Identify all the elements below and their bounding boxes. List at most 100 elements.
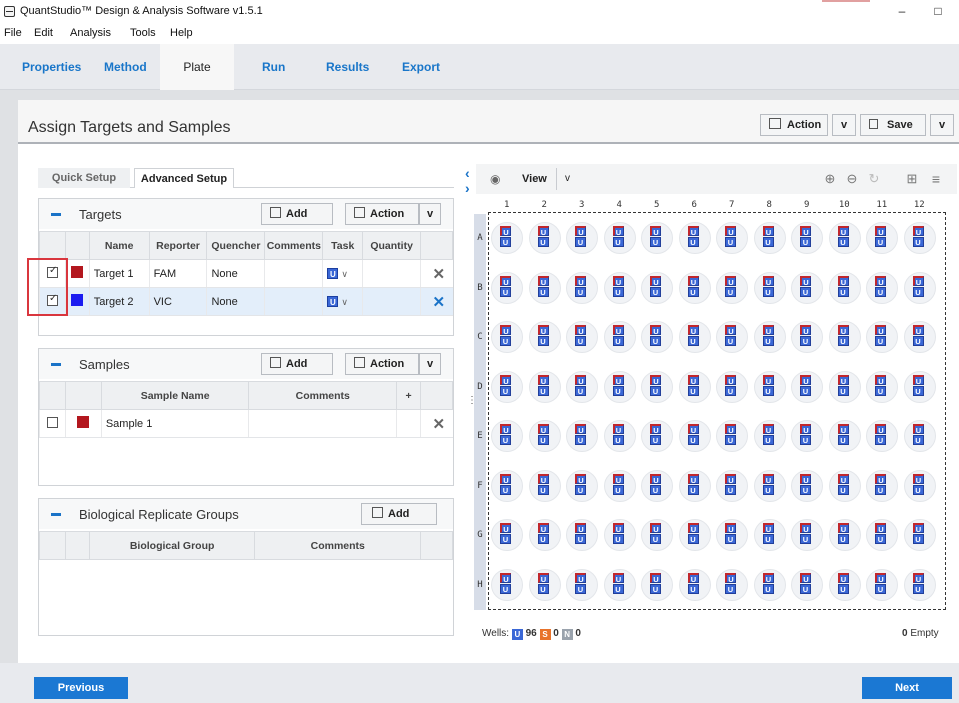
- menu-file[interactable]: File: [4, 27, 22, 39]
- plate-row-header[interactable]: B: [474, 263, 486, 313]
- grid-view-icon[interactable]: ⊞: [902, 169, 922, 189]
- footer-bar: [0, 663, 959, 703]
- menu-tools[interactable]: Tools: [130, 27, 156, 39]
- tab-advanced-setup[interactable]: Advanced Setup: [134, 168, 234, 188]
- save-dropdown[interactable]: v: [930, 114, 954, 136]
- tab-method[interactable]: Method: [104, 44, 147, 90]
- plate-row-header[interactable]: A: [474, 214, 486, 264]
- target-2-name[interactable]: Target 2: [88, 287, 150, 316]
- delete-target-2-icon[interactable]: ✕: [420, 287, 453, 316]
- zoom-out-icon[interactable]: ⊖: [842, 169, 862, 189]
- col-task[interactable]: Task: [322, 231, 364, 260]
- table-row[interactable]: Sample 1 ✕: [39, 409, 453, 438]
- plate-row-header[interactable]: F: [474, 461, 486, 511]
- sample-1-checkbox[interactable]: [46, 416, 58, 428]
- maximize-button[interactable]: □: [926, 2, 950, 20]
- target-1-name[interactable]: Target 1: [88, 259, 150, 288]
- sample-1-color-swatch[interactable]: [77, 416, 90, 428]
- plate-column-header[interactable]: 1: [488, 200, 526, 212]
- previous-button[interactable]: Previous: [34, 677, 128, 699]
- col-name[interactable]: Name: [88, 231, 150, 260]
- tab-plate[interactable]: Plate: [160, 44, 234, 90]
- menu-analysis[interactable]: Analysis: [70, 27, 111, 39]
- targets-action-dropdown[interactable]: v: [419, 203, 441, 225]
- col-sample-comments[interactable]: Comments: [248, 381, 398, 410]
- plate-column-header[interactable]: 5: [638, 200, 676, 212]
- target-2-quencher[interactable]: None: [206, 287, 265, 316]
- samples-action-button[interactable]: Action: [345, 353, 419, 375]
- collapse-left-arrow-icon[interactable]: ‹: [465, 165, 470, 181]
- col-bio-group[interactable]: Biological Group: [88, 531, 256, 560]
- plate-row-header[interactable]: H: [474, 560, 486, 610]
- tab-quick-setup[interactable]: Quick Setup: [38, 168, 130, 188]
- minimize-button[interactable]: –: [890, 2, 914, 20]
- target-1-reporter[interactable]: FAM: [148, 259, 207, 288]
- collapse-icon[interactable]: [51, 363, 61, 366]
- panel-action-button[interactable]: Action: [760, 114, 828, 136]
- next-button[interactable]: Next: [862, 677, 952, 699]
- tab-export[interactable]: Export: [402, 44, 440, 90]
- col-bio-comments[interactable]: Comments: [254, 531, 422, 560]
- zoom-in-icon[interactable]: ⊕: [820, 169, 840, 189]
- reset-zoom-icon[interactable]: ↻: [864, 169, 884, 189]
- plate-column-header[interactable]: 12: [901, 200, 939, 212]
- target-2-color-swatch[interactable]: [71, 294, 84, 306]
- add-bio-group-button[interactable]: Add: [361, 503, 437, 525]
- plate-column-header[interactable]: 11: [863, 200, 901, 212]
- add-sample-button[interactable]: Add: [261, 353, 333, 375]
- add-target-button[interactable]: Add: [261, 203, 333, 225]
- col-comments[interactable]: Comments: [264, 231, 324, 260]
- tab-results[interactable]: Results: [326, 44, 369, 90]
- plate-row-header[interactable]: G: [474, 511, 486, 561]
- plate-row-header[interactable]: D: [474, 362, 486, 412]
- col-reporter[interactable]: Reporter: [148, 231, 208, 260]
- targets-action-button[interactable]: Action: [345, 203, 419, 225]
- panel-action-dropdown[interactable]: v: [832, 114, 856, 136]
- collapse-icon[interactable]: [51, 513, 61, 516]
- col-add[interactable]: +: [396, 381, 421, 410]
- target-2-quantity[interactable]: [362, 287, 421, 316]
- col-quantity[interactable]: Quantity: [362, 231, 422, 260]
- targets-title: Targets: [79, 207, 122, 222]
- list-view-icon[interactable]: ≡: [926, 169, 946, 189]
- target-2-reporter[interactable]: VIC: [148, 287, 207, 316]
- plate-row-header[interactable]: C: [474, 313, 486, 363]
- plate-column-header[interactable]: 3: [563, 200, 601, 212]
- view-label[interactable]: View: [522, 173, 547, 185]
- view-dropdown[interactable]: v: [556, 168, 578, 190]
- plate-column-header[interactable]: 2: [526, 200, 564, 212]
- plate-row-header[interactable]: E: [474, 412, 486, 462]
- menu-edit[interactable]: Edit: [34, 27, 53, 39]
- table-row[interactable]: Target 1 FAM None U ∨ ✕: [39, 259, 453, 288]
- target-2-task[interactable]: U ∨: [322, 287, 363, 316]
- sample-1-name[interactable]: Sample 1: [100, 409, 249, 438]
- target-1-quencher[interactable]: None: [206, 259, 265, 288]
- target-1-quantity[interactable]: [362, 259, 421, 288]
- plate-column-header[interactable]: 6: [676, 200, 714, 212]
- chevron-down-icon[interactable]: ∨: [341, 269, 348, 279]
- tab-properties[interactable]: Properties: [22, 44, 81, 90]
- samples-action-dropdown[interactable]: v: [419, 353, 441, 375]
- menu-help[interactable]: Help: [170, 27, 193, 39]
- plate-column-header[interactable]: 8: [751, 200, 789, 212]
- save-button[interactable]: Save: [860, 114, 926, 136]
- target-1-task[interactable]: U ∨: [322, 259, 363, 288]
- plate-column-header[interactable]: 4: [601, 200, 639, 212]
- bio-groups-header-row: Biological Group Comments: [39, 531, 453, 560]
- delete-sample-1-icon[interactable]: ✕: [420, 409, 453, 438]
- col-sample-name[interactable]: Sample Name: [100, 381, 250, 410]
- table-row[interactable]: Target 2 VIC None U ∨ ✕: [39, 287, 453, 316]
- sample-1-comments[interactable]: [248, 409, 397, 438]
- collapse-icon[interactable]: [51, 213, 61, 216]
- target-2-comments[interactable]: [264, 287, 323, 316]
- plate-column-header[interactable]: 7: [713, 200, 751, 212]
- col-quencher[interactable]: Quencher: [206, 231, 266, 260]
- plate-column-header[interactable]: 10: [826, 200, 864, 212]
- target-1-comments[interactable]: [264, 259, 323, 288]
- plate-column-header[interactable]: 9: [788, 200, 826, 212]
- delete-target-1-icon[interactable]: ✕: [420, 259, 453, 288]
- target-1-color-swatch[interactable]: [71, 266, 84, 278]
- tab-run[interactable]: Run: [262, 44, 285, 90]
- chevron-down-icon[interactable]: ∨: [341, 297, 348, 307]
- expand-right-arrow-icon[interactable]: ›: [465, 180, 470, 196]
